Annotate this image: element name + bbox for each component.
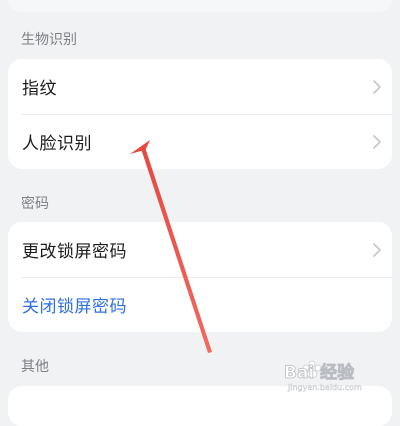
section-header-other: 其他 [21,359,49,375]
section-header-biometrics: 生物识别 [21,32,77,48]
chevron-right-icon [373,134,381,149]
chevron-right-icon [373,242,381,257]
fingerprint-label: 指纹 [22,79,57,99]
watermark-subtext: jingyan.baidu.com [287,383,362,392]
face-recognition-row[interactable]: 人脸识别 [8,114,392,169]
section-header-password: 密码 [21,196,49,212]
fingerprint-row[interactable]: 指纹 [8,59,392,114]
change-lock-password-label: 更改锁屏密码 [22,242,127,262]
disable-lock-password-link[interactable]: 关闭锁屏密码 [22,292,127,317]
disable-lock-password-row[interactable]: 关闭锁屏密码 [8,277,392,332]
biometrics-card: 指纹 人脸识别 [8,59,392,169]
password-card: 更改锁屏密码 关闭锁屏密码 [8,222,392,332]
chevron-right-icon [373,79,381,94]
change-lock-password-row[interactable]: 更改锁屏密码 [8,222,392,277]
face-recognition-label: 人脸识别 [22,134,92,154]
top-card-edge [8,0,392,12]
watermark-text: Bai 经验 [284,362,355,383]
baidu-watermark: Bai 经验 jingyan.baidu.com [284,360,362,392]
other-card [8,386,392,426]
